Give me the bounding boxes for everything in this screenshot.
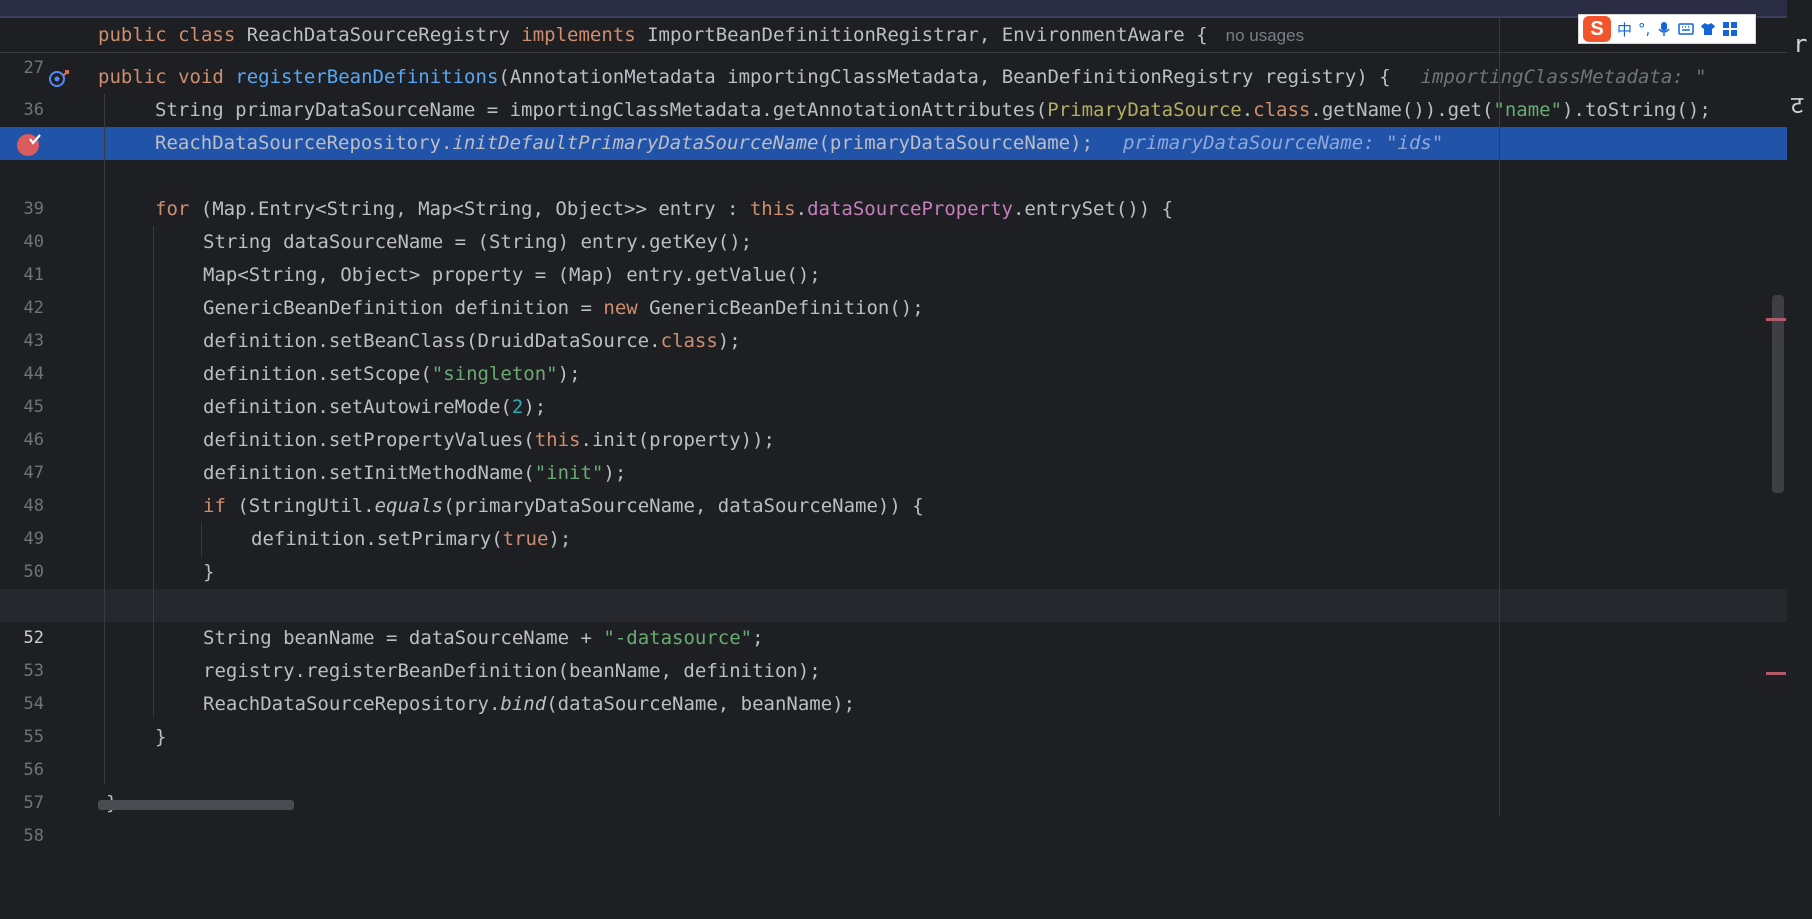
code-line-54[interactable]: 54 registry.registerBeanDefinition(beanN… xyxy=(0,655,1787,714)
code-text: GenericBeanDefinition definition = new G… xyxy=(203,297,924,319)
code-text: ReachDataSourceRepository.bind(dataSourc… xyxy=(203,693,856,715)
ime-punct-toggle[interactable]: °, xyxy=(1638,20,1650,38)
code-text: } xyxy=(203,561,215,583)
breakpoint-icon[interactable] xyxy=(16,127,42,160)
top-tab-strip xyxy=(0,0,1812,18)
clipped-glyph: ट xyxy=(1791,91,1804,119)
code-text: String dataSourceName = (String) entry.g… xyxy=(203,231,753,253)
code-text: definition.setPrimary(true); xyxy=(251,528,572,550)
microphone-icon[interactable] xyxy=(1656,21,1672,37)
code-text: definition.setInitMethodName("init"); xyxy=(203,462,627,484)
code-line-44[interactable]: 44 definition.setBeanClass(DruidDataSour… xyxy=(0,325,1787,384)
clipped-glyph: r xyxy=(1793,30,1808,58)
code-text: for (Map.Entry<String, Map<String, Objec… xyxy=(155,198,1174,220)
inline-value-hint: importingClassMetadata: " xyxy=(1420,66,1707,88)
right-edge-panel: r ट xyxy=(1787,0,1812,816)
code-line-49[interactable]: 49 if (StringUtil.equals(primaryDataSour… xyxy=(0,490,1787,549)
code-text: public void registerBeanDefinitions(Anno… xyxy=(98,66,1707,88)
code-line-50[interactable]: 50 definition.setPrimary(true); xyxy=(0,523,1787,582)
code-line-43[interactable]: 43 GenericBeanDefinition definition = ne… xyxy=(0,292,1787,351)
code-line-57[interactable]: 57 xyxy=(0,754,1787,813)
code-editor[interactable]: 27 public class ReachDataSourceRegistry … xyxy=(0,18,1787,846)
indent-guide xyxy=(104,94,105,784)
code-text: definition.setAutowireMode(2); xyxy=(203,396,547,418)
code-line-38-execution-point[interactable]: 38 ReachDataSourceRepository.initDefault… xyxy=(0,127,1787,160)
horizontal-scrollbar-thumb[interactable] xyxy=(98,800,294,810)
code-line-55[interactable]: 55 ReachDataSourceRepository.bind(dataSo… xyxy=(0,688,1787,747)
indent-guide xyxy=(201,523,202,556)
right-margin-guide xyxy=(1499,18,1500,816)
ime-mode-toggle[interactable]: 中 xyxy=(1617,19,1632,40)
toolbox-grid-icon[interactable] xyxy=(1722,21,1738,37)
usage-hint[interactable]: no usages xyxy=(1226,26,1304,45)
code-line-51[interactable]: 51 } xyxy=(0,556,1787,615)
code-text: definition.setScope("singleton"); xyxy=(203,363,581,385)
indent-guide xyxy=(153,226,154,716)
vertical-scrollbar-thumb[interactable] xyxy=(1772,295,1784,493)
error-stripe-mark[interactable] xyxy=(1766,318,1786,321)
code-line-42[interactable]: 42 Map<String, Object> property = (Map) … xyxy=(0,259,1787,318)
code-line-46[interactable]: 46 definition.setAutowireMode(2); xyxy=(0,391,1787,450)
code-text: ReachDataSourceRepository.initDefaultPri… xyxy=(155,132,1444,154)
code-line-56[interactable]: 56 } xyxy=(0,721,1787,780)
code-line-48[interactable]: 48 definition.setInitMethodName("init"); xyxy=(0,457,1787,516)
error-stripe-mark[interactable] xyxy=(1766,672,1786,675)
line-number: 58 xyxy=(23,826,44,846)
code-line-39[interactable]: 39 xyxy=(0,160,1787,219)
code-text: } xyxy=(155,726,167,748)
ime-toolbar[interactable]: S 中 °, xyxy=(1578,14,1756,44)
code-line-41[interactable]: 41 String dataSourceName = (String) entr… xyxy=(0,226,1787,285)
code-text: definition.setBeanClass(DruidDataSource.… xyxy=(203,330,741,352)
inline-value-hint: primaryDataSourceName: "ids" xyxy=(1123,132,1444,154)
code-line-40[interactable]: 40 for (Map.Entry<String, Map<String, Ob… xyxy=(0,193,1787,252)
code-line-37[interactable]: 37 String primaryDataSourceName = import… xyxy=(0,94,1787,153)
code-line-53[interactable]: 53 String beanName = dataSourceName + "-… xyxy=(0,622,1787,681)
code-text: String primaryDataSourceName = importing… xyxy=(155,99,1711,121)
code-text: Map<String, Object> property = (Map) ent… xyxy=(203,264,821,286)
code-text: if (StringUtil.equals(primaryDataSourceN… xyxy=(203,495,924,517)
sogou-logo-icon[interactable]: S xyxy=(1583,16,1611,42)
code-line-52-current[interactable]: 52 xyxy=(0,589,1787,648)
code-line-36[interactable]: 36 public void registerBeanDefinitions(A… xyxy=(0,61,1787,120)
sticky-code: public class ReachDataSourceRegistry imp… xyxy=(98,24,1305,46)
code-line-45[interactable]: 45 definition.setScope("singleton"); xyxy=(0,358,1787,417)
code-text: String beanName = dataSourceName + "-dat… xyxy=(203,627,764,649)
skin-shirt-icon[interactable] xyxy=(1700,21,1716,37)
keyboard-icon[interactable] xyxy=(1678,21,1695,37)
implementation-icon[interactable] xyxy=(48,61,72,94)
code-text: definition.setPropertyValues(this.init(p… xyxy=(203,429,775,451)
sticky-class-header[interactable]: 27 public class ReachDataSourceRegistry … xyxy=(0,19,1787,78)
code-text: registry.registerBeanDefinition(beanName… xyxy=(203,660,821,682)
code-line-47[interactable]: 47 definition.setPropertyValues(this.ini… xyxy=(0,424,1787,483)
